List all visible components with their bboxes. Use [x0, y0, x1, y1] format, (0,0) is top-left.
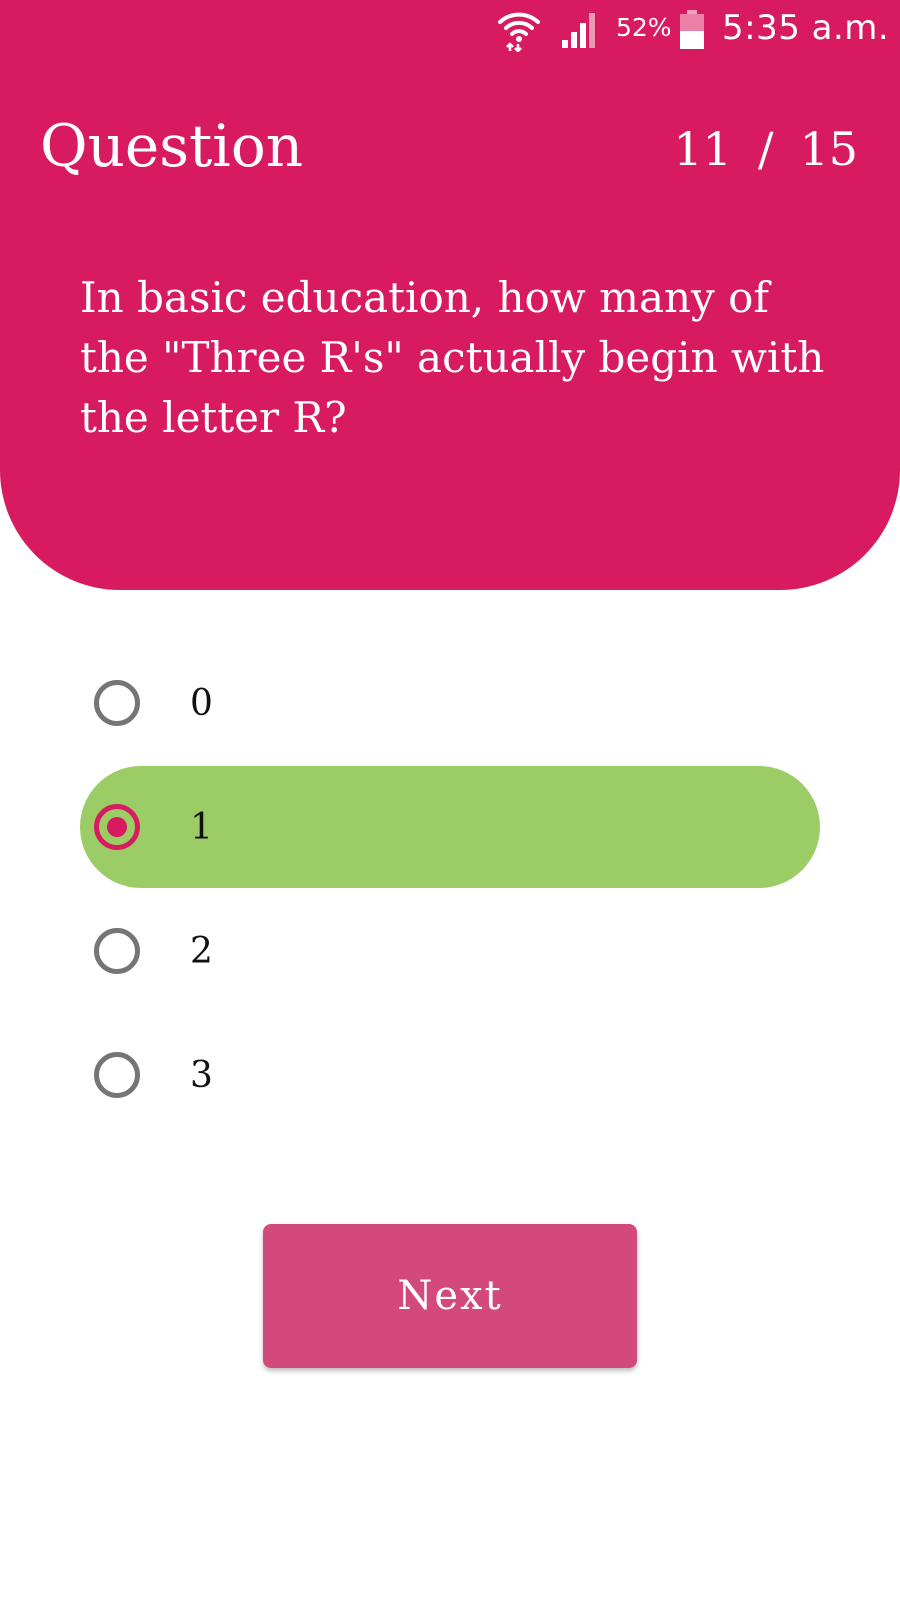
radio-button[interactable]	[94, 1052, 140, 1098]
answer-option-selected[interactable]: 1	[80, 766, 820, 888]
radio-button-checked[interactable]	[94, 804, 140, 850]
option-label: 1	[190, 806, 213, 848]
option-label: 3	[190, 1054, 213, 1096]
radio-dot	[107, 817, 127, 837]
next-button[interactable]: Next	[263, 1224, 637, 1368]
wifi-icon	[498, 12, 540, 52]
radio-button[interactable]	[94, 928, 140, 974]
question-counter: 11 / 15	[673, 122, 858, 176]
battery-percentage: 52%	[616, 13, 672, 42]
radio-button[interactable]	[94, 680, 140, 726]
answer-option[interactable]: 3	[80, 1014, 820, 1136]
signal-icon	[562, 13, 595, 48]
answer-option[interactable]: 0	[80, 642, 820, 764]
counter-separator: /	[757, 122, 774, 176]
answer-options: 0 1 2 3	[80, 642, 820, 1138]
status-time: 5:35 a.m.	[722, 8, 890, 48]
answer-option[interactable]: 2	[80, 890, 820, 1012]
option-label: 2	[190, 930, 213, 972]
page-title: Question	[40, 112, 304, 180]
battery-icon	[680, 10, 704, 49]
total-questions: 15	[799, 122, 858, 176]
option-label: 0	[190, 682, 213, 724]
question-text: In basic education, how many of the "Thr…	[80, 273, 825, 442]
status-bar: 52% 5:35 a.m.	[0, 0, 900, 64]
current-question-number: 11	[673, 122, 732, 176]
